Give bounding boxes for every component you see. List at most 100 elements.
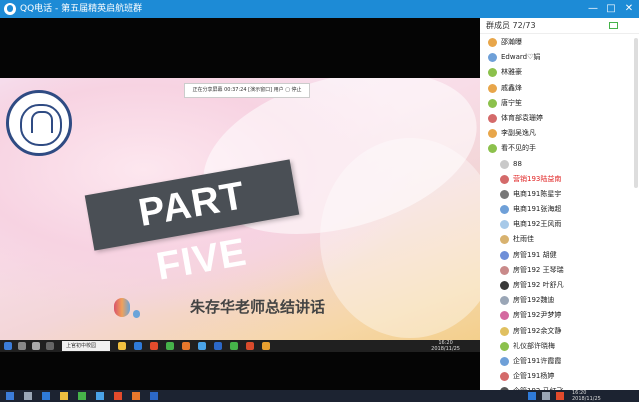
folder-icon[interactable] (60, 392, 68, 400)
avatar-icon (488, 83, 497, 93)
member-item[interactable]: 邵瀚曝 (480, 35, 632, 50)
qq-logo-icon (4, 3, 16, 15)
folder-icon (118, 342, 126, 350)
screen-share-viewport: 正在分享屏幕 00:37:24 [演示窗口] 用户 ▢ 停止 PART FIVE… (0, 18, 480, 390)
member-item[interactable]: 企管191许霞霞 (480, 354, 632, 369)
word-icon (214, 342, 222, 350)
avatar-icon (500, 341, 509, 351)
minimize-button[interactable]: — (585, 0, 601, 18)
member-item[interactable]: 营销193陆益南 (480, 172, 632, 187)
avatar-icon (500, 265, 509, 275)
avatar-icon (488, 144, 497, 154)
member-name: 房管192余文静 (513, 326, 562, 335)
member-item[interactable]: 房管191 胡健 (480, 248, 632, 263)
member-item[interactable]: 房管192尹梦婷 (480, 308, 632, 323)
member-item[interactable]: 体育部袁珊婷 (480, 111, 632, 126)
member-name: 电商191陈星宇 (513, 189, 562, 198)
windows-start-icon (4, 342, 12, 350)
wechat-icon[interactable] (78, 392, 86, 400)
member-item[interactable]: 88 (480, 157, 632, 172)
member-item[interactable]: 企管191杨婷 (480, 369, 632, 384)
avatar-icon (500, 205, 509, 215)
avatar-icon (500, 311, 509, 321)
word-icon[interactable] (150, 392, 158, 400)
member-item[interactable]: 杜雨佳 (480, 232, 632, 247)
avatar-icon (488, 68, 497, 78)
member-panel: 群成员 72/73 邵瀚曝 Edward♡娟 林雅豪 戚鑫烽 唐宁笙 体育部袁珊婷 李副吴逸… (480, 18, 639, 397)
member-name: 邵瀚曝 (501, 38, 522, 46)
avatar-icon (500, 356, 509, 366)
member-list[interactable]: 邵瀚曝 Edward♡娟 林雅豪戚鑫烽 唐宁笙 体育部袁珊婷李副吴逸凡看不见的手 88 营销… (480, 35, 632, 400)
member-item[interactable]: 房管192余文静 (480, 324, 632, 339)
close-button[interactable]: ✕ (621, 0, 637, 18)
qq-icon[interactable] (96, 392, 104, 400)
window-title: QQ电话 - 第五届精英启航班群 (20, 4, 143, 14)
member-item[interactable]: 电商191陈星宇 (480, 187, 632, 202)
member-item[interactable]: 礼仪部许晓梅 (480, 339, 632, 354)
member-name: 企管191许霞霞 (513, 356, 562, 365)
member-name: 林雅豪 (501, 68, 522, 77)
avatar-icon (500, 281, 509, 290)
app-icon (182, 342, 190, 350)
maximize-button[interactable]: □ (603, 0, 619, 18)
edge-icon (134, 342, 142, 350)
qq-icon (198, 342, 206, 350)
avatar-icon (488, 53, 497, 63)
member-name: 营销193陆益南 (513, 174, 562, 183)
shared-slide: 正在分享屏幕 00:37:24 [演示窗口] 用户 ▢ 停止 PART FIVE… (0, 78, 480, 340)
member-item[interactable]: 电商191张海超 (480, 202, 632, 217)
app-icon (46, 342, 54, 350)
member-item[interactable]: 林雅豪 (480, 65, 632, 80)
member-item[interactable]: 戚鑫烽 (480, 81, 632, 96)
member-name: 看不见的手 (501, 144, 536, 153)
slide-headline: PART FIVE (84, 159, 300, 289)
app-icon[interactable] (132, 392, 140, 400)
avatar-icon (500, 174, 509, 184)
member-name: 电商191张海超 (513, 205, 562, 214)
wechat-icon (166, 342, 174, 350)
app-icon[interactable] (114, 392, 122, 400)
avatar-icon (488, 129, 497, 139)
screen-share-icon[interactable] (609, 22, 618, 29)
avatar-icon (488, 38, 497, 47)
title-bar: QQ电话 - 第五届精英启航班群 — □ ✕ (0, 0, 639, 18)
member-name: 电商192王风雨 (513, 220, 562, 229)
member-name: 李副吴逸凡 (501, 129, 536, 138)
edge-icon[interactable] (42, 392, 50, 400)
windows-taskbar: 16:20 2018/11/25 (0, 390, 639, 402)
member-name: Edward♡娟 (501, 53, 541, 62)
task-view-icon[interactable] (24, 392, 32, 400)
app-icon[interactable] (556, 392, 564, 400)
member-item[interactable]: 房管192 王琴瑞 (480, 263, 632, 278)
wing-decoration (320, 138, 480, 338)
member-item[interactable]: 房管192魏迪 (480, 293, 632, 308)
member-item[interactable]: 唐宁笙 (480, 96, 632, 111)
hot-air-balloon-icon (114, 298, 130, 317)
network-icon[interactable] (528, 392, 536, 400)
member-name: 房管192魏迪 (513, 296, 555, 305)
member-name: 房管192 王琴瑞 (513, 265, 564, 274)
slide-subtitle: 朱存华老师总结讲话 (190, 298, 326, 316)
volume-icon[interactable] (542, 392, 550, 400)
member-item[interactable]: 看不见的手 (480, 141, 632, 156)
powerpoint-icon (246, 342, 254, 350)
app-icon (150, 342, 158, 350)
member-item[interactable]: 电商192王风雨 (480, 217, 632, 232)
share-status-bar: 正在分享屏幕 00:37:24 [演示窗口] 用户 ▢ 停止 (184, 83, 310, 98)
member-item[interactable]: 李副吴逸凡 (480, 126, 632, 141)
avatar-icon (500, 220, 509, 230)
member-name: 88 (513, 159, 522, 168)
shared-screen-taskbar: 上官初中校园 16:20 2018/11/25 (0, 340, 480, 352)
taskbar-clock[interactable]: 16:20 2018/11/25 (572, 390, 601, 402)
search-icon (18, 342, 26, 350)
scrollbar[interactable] (634, 38, 638, 188)
windows-start-icon[interactable] (6, 392, 14, 400)
avatar-icon (500, 159, 509, 169)
member-name: 礼仪部许晓梅 (513, 341, 555, 350)
hot-air-balloon-icon (133, 310, 140, 318)
member-item[interactable]: 房管192 叶舒凡 (480, 278, 632, 293)
member-name: 房管192尹梦婷 (513, 311, 562, 320)
avatar-icon (500, 296, 509, 306)
member-name: 房管192 叶舒凡 (513, 281, 564, 289)
member-item[interactable]: Edward♡娟 (480, 50, 632, 65)
